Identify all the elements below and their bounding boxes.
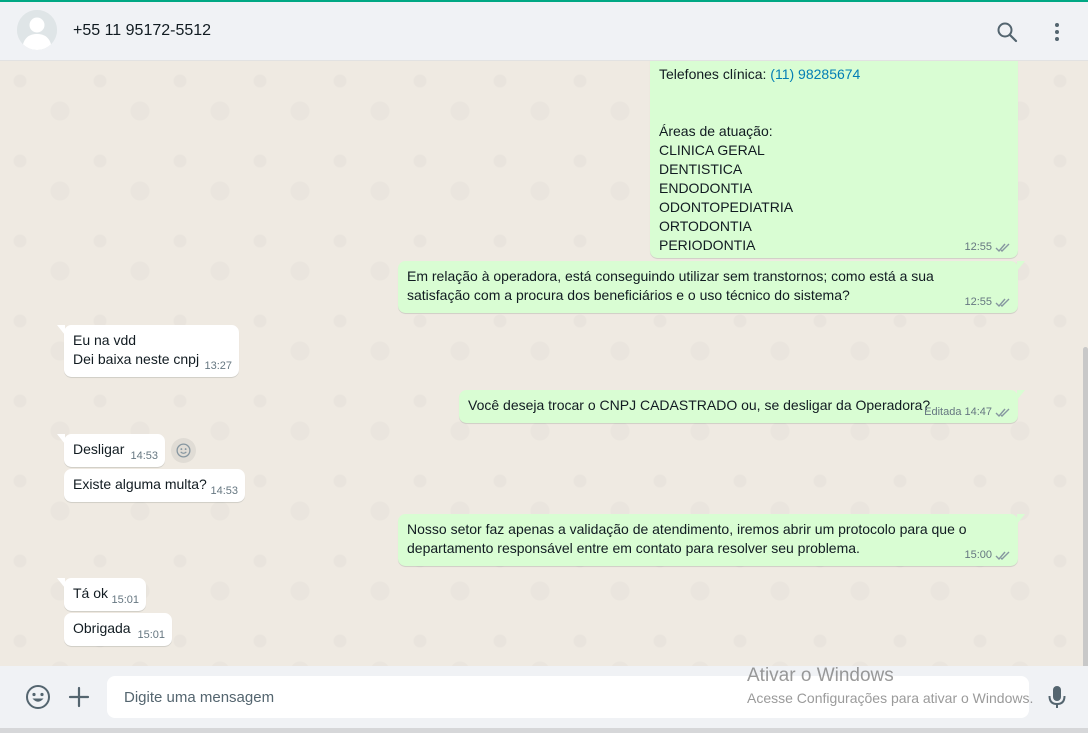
- message-meta: 14:53: [130, 449, 158, 463]
- menu-icon[interactable]: [1045, 20, 1069, 44]
- message-incoming[interactable]: Obrigada 15:01: [64, 613, 172, 646]
- edited-label: Editada: [924, 406, 962, 418]
- phone-link[interactable]: (11) 98285674: [770, 66, 860, 82]
- area-item: ORTODONTIA: [659, 218, 752, 234]
- area-item: ENDODONTIA: [659, 180, 753, 196]
- emoji-reaction-icon[interactable]: [171, 438, 196, 463]
- message-time: 12:55: [964, 241, 992, 253]
- message-text: Nosso setor faz apenas a validação de at…: [407, 521, 967, 556]
- double-check-icon: [995, 407, 1011, 418]
- message-text: Telefones clínica: (11) 98285674: [659, 66, 861, 82]
- area-item: DENTISTICA: [659, 161, 743, 177]
- message-meta: 15:01: [137, 628, 165, 642]
- message-meta: 12:55: [964, 295, 1011, 309]
- message-outgoing[interactable]: Você deseja trocar o CNPJ CADASTRADO ou,…: [459, 390, 1025, 423]
- message-outgoing[interactable]: Telefones clínica: (11) 98285674 Áreas d…: [650, 61, 1018, 258]
- message-outgoing[interactable]: Em relação à operadora, está conseguindo…: [398, 261, 1025, 313]
- scrollbar[interactable]: [1083, 347, 1088, 666]
- message-time: 15:01: [111, 594, 139, 606]
- message-meta: 12:55: [964, 240, 1011, 254]
- message-meta: 13:27: [204, 359, 232, 373]
- area-item: CLINICA GERAL: [659, 142, 765, 158]
- message-incoming[interactable]: Existe alguma multa? 14:53: [64, 469, 245, 502]
- message-input[interactable]: [107, 676, 1029, 718]
- message-time: 14:53: [210, 485, 238, 497]
- message-time: 14:47: [964, 406, 992, 418]
- message-meta: 15:00: [964, 548, 1011, 562]
- message-line: Eu na vdd: [73, 332, 137, 348]
- area-item: PERIODONTIA: [659, 237, 756, 253]
- area-item: ODONTOPEDIATRIA: [659, 199, 794, 215]
- message-time: 12:55: [964, 296, 992, 308]
- message-time: 14:53: [130, 450, 158, 462]
- message-incoming[interactable]: Tá ok 15:01: [57, 578, 146, 611]
- areas-title: Áreas de atuação:: [659, 123, 773, 139]
- message-time: 15:00: [964, 549, 992, 561]
- message-time: 13:27: [204, 360, 232, 372]
- chat-header: +55 11 95172-5512: [0, 2, 1088, 61]
- contact-name[interactable]: +55 11 95172-5512: [73, 22, 211, 40]
- double-check-icon: [995, 297, 1011, 308]
- message-meta: Editada 14:47: [924, 405, 1011, 419]
- search-icon[interactable]: [995, 20, 1019, 44]
- message-incoming[interactable]: Eu na vdd Dei baixa neste cnpj 13:27: [57, 325, 239, 377]
- double-check-icon: [995, 550, 1011, 561]
- bottom-strip: [0, 728, 1088, 733]
- message-time: 15:01: [137, 629, 165, 641]
- double-check-icon: [995, 242, 1011, 253]
- mic-icon[interactable]: [1043, 683, 1071, 711]
- message-text: Em relação à operadora, está conseguindo…: [407, 268, 934, 303]
- message-meta: 14:53: [210, 484, 238, 498]
- message-list[interactable]: Telefones clínica: (11) 98285674 Áreas d…: [0, 61, 1088, 666]
- default-avatar-icon: [17, 10, 57, 50]
- emoji-icon[interactable]: [24, 683, 52, 711]
- message-meta: 15:01: [111, 593, 139, 607]
- avatar[interactable]: [17, 10, 57, 50]
- plus-icon[interactable]: [65, 683, 93, 711]
- message-outgoing[interactable]: Nosso setor faz apenas a validação de at…: [398, 514, 1025, 566]
- message-incoming[interactable]: Desligar 14:53: [57, 434, 165, 467]
- composer: [0, 666, 1088, 728]
